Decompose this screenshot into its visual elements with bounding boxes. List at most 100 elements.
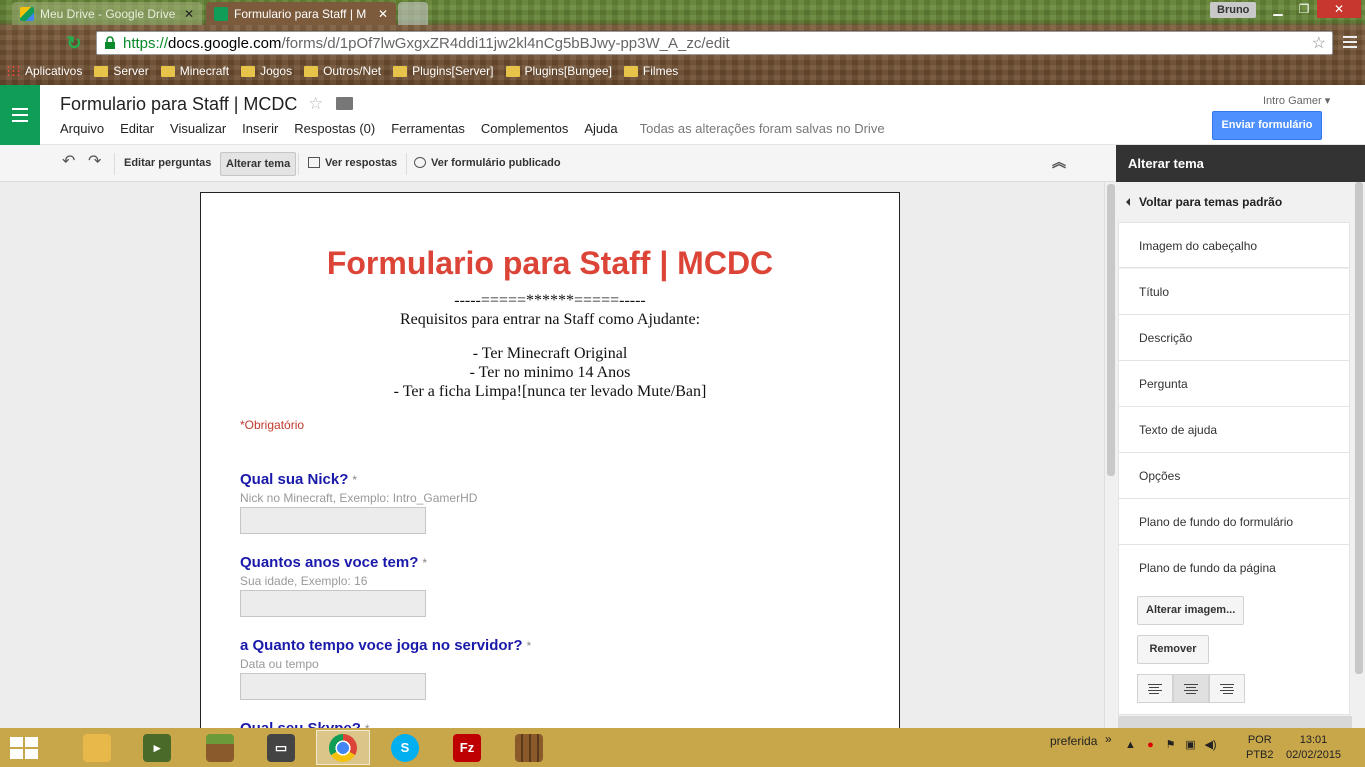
redo-icon[interactable]: ↷ [88,151,101,175]
taskbar-app-chrome[interactable] [316,730,370,765]
account-menu[interactable]: Intro Gamer ▾ [1263,94,1330,107]
answer-input[interactable] [240,673,426,700]
close-tab-icon[interactable]: ✕ [184,7,194,21]
chevron-down-icon: ▾ [1324,95,1331,107]
theme-option-label[interactable]: Plano de fundo da página [1139,561,1276,575]
bookmark-folder[interactable]: Server [94,64,149,78]
answer-input[interactable] [240,507,426,534]
address-bar[interactable]: https://docs.google.com/forms/d/1pOf7lwG… [96,31,1333,55]
edit-questions-button[interactable]: Editar perguntas [124,152,211,176]
align-left-icon[interactable] [1137,674,1173,703]
scrollbar-thumb[interactable] [1355,182,1363,674]
theme-option[interactable]: Opções [1118,453,1350,499]
minecraft-icon [206,733,234,762]
tab-forms[interactable]: Formulario para Staff | M ✕ [206,2,396,25]
answer-input[interactable] [240,590,426,617]
flag-icon[interactable]: ⚑ [1164,739,1177,752]
bookmark-apps[interactable]: Aplicativos [6,64,82,78]
remove-button[interactable]: Remover [1137,635,1209,664]
align-center-icon[interactable] [1173,674,1209,703]
minimize-icon[interactable]: ▁ [1265,0,1291,18]
spreadsheet-icon [308,156,320,168]
scrollbar-thumb[interactable] [1107,184,1115,476]
send-form-button[interactable]: Enviar formulário [1212,111,1322,140]
document-title[interactable]: Formulario para Staff | MCDC [60,94,297,115]
chevron-up-icon[interactable]: ▲ [1124,739,1137,752]
canvas-scrollbar[interactable] [1104,182,1116,728]
menu-responses[interactable]: Respostas (0) [294,121,375,136]
folder-icon[interactable] [336,97,353,110]
back-label: Voltar para temas padrão [1139,195,1283,209]
menu-insert[interactable]: Inserir [242,121,278,136]
close-tab-icon[interactable]: ✕ [378,7,388,21]
volume-icon[interactable]: ◀) [1204,739,1217,752]
toolbar-divider [406,153,407,175]
network-icon[interactable]: ▣ [1184,739,1197,752]
view-responses-label: Ver respostas [325,157,398,169]
bookmark-folder[interactable]: Filmes [623,64,678,78]
taskbar-app-skype[interactable]: S [378,730,432,765]
theme-option[interactable]: Plano de fundo do formulário [1118,499,1350,545]
taskbar-app-filezilla[interactable]: Fz [440,730,494,765]
taskbar-app-monitor[interactable]: ▭ [254,730,308,765]
browser-menu-icon[interactable] [1341,33,1359,51]
taskbar-app-minecraft[interactable] [193,730,247,765]
taskbar-app-minecraft-server[interactable]: ▸ [130,730,184,765]
back-to-themes-link[interactable]: Voltar para temas padrão [1118,182,1352,222]
view-published-button[interactable]: Ver formulário publicado [414,152,561,176]
description-line: - Ter Minecraft Original [472,345,628,362]
theme-option[interactable]: Pergunta [1118,361,1350,407]
bookmark-folder[interactable]: Plugins[Server] [393,64,494,78]
close-window-icon[interactable]: ✕ [1317,0,1361,18]
bookmark-star-icon[interactable]: ☆ [1312,33,1326,53]
url-domain: docs.google.com [168,34,282,52]
theme-option[interactable]: Texto de ajuda [1118,407,1350,453]
menu-edit[interactable]: Editar [120,121,154,136]
language-indicator[interactable]: POR PTB2 [1246,733,1274,763]
tray-toolbar-label[interactable]: preferida [1050,734,1097,748]
menu-view[interactable]: Visualizar [170,121,226,136]
taskbar-app-file-explorer[interactable] [70,730,124,765]
theme-option[interactable]: Título [1118,269,1350,315]
view-responses-button[interactable]: Ver respostas [308,152,397,176]
undo-icon[interactable]: ↶ [62,151,75,175]
collapse-header-icon[interactable]: ︽ [1052,151,1066,175]
menu-help[interactable]: Ajuda [584,121,617,136]
change-image-button[interactable]: Alterar imagem... [1137,596,1245,625]
description-line: Requisitos para entrar na Staff como Aju… [399,311,701,328]
bookmark-folder[interactable]: Plugins[Bungee] [505,64,612,78]
menu-addons[interactable]: Complementos [481,121,568,136]
keyboard-layout: PTB2 [1246,749,1274,761]
align-right-icon[interactable] [1209,674,1245,703]
toolbar-divider [114,153,115,175]
description-line: - Ter a ficha Limpa![nunca ter levado Mu… [393,383,707,400]
taskbar-app-crafting-table[interactable] [502,730,556,765]
skype-icon: S [391,733,419,762]
theme-option[interactable]: Descrição [1118,315,1350,361]
form-title[interactable]: Formulario para Staff | MCDC [201,245,899,282]
bookmark-folder[interactable]: Outros/Net [304,64,381,78]
star-icon[interactable]: ☆ [308,94,323,114]
new-tab-button[interactable] [398,2,428,25]
maximize-icon[interactable]: ❐ [1291,0,1317,18]
menu-tools[interactable]: Ferramentas [391,121,465,136]
theme-option[interactable]: Imagem do cabeçalho [1118,222,1350,268]
chevron-right-icon[interactable]: » [1105,732,1112,746]
save-status: Todas as alterações foram salvas no Driv… [639,121,885,136]
form-description[interactable]: -----=====******=====----- Requisitos pa… [201,291,899,401]
bookmark-folder[interactable]: Minecraft [160,64,229,78]
browser-user[interactable]: Bruno [1210,2,1257,18]
system-clock[interactable]: 13:01 02/02/2015 [1286,733,1341,763]
menu-file[interactable]: Arquivo [60,121,104,136]
required-marker: * [422,556,428,570]
windows-start-icon[interactable] [10,737,40,759]
tab-google-drive[interactable]: Meu Drive - Google Drive ✕ [12,2,202,25]
forms-home-icon[interactable] [0,85,40,145]
form-preview: Formulario para Staff | MCDC -----=====*… [200,192,900,728]
change-theme-button[interactable]: Alterar tema [220,152,297,176]
reload-icon[interactable]: ↻ [64,33,84,53]
question-text: Quantos anos voce tem? [240,554,419,571]
bookmark-folder[interactable]: Jogos [241,64,292,78]
antivirus-icon[interactable]: ● [1144,739,1157,752]
panel-scrollbar[interactable] [1353,182,1365,728]
